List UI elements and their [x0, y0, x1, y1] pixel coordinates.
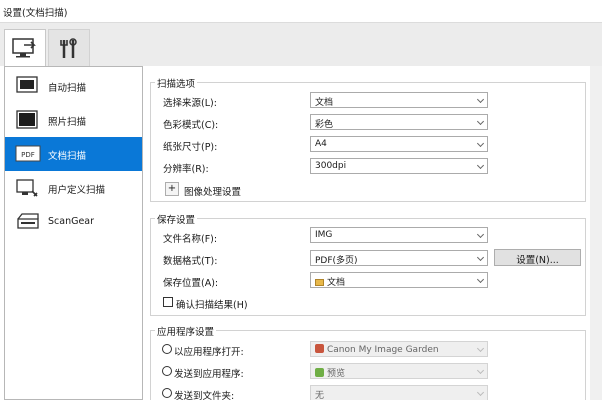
auto-scan-icon: [16, 76, 38, 93]
chevron-down-icon: [476, 230, 485, 239]
save-location-select[interactable]: 文档: [310, 272, 488, 288]
preview-app-icon: [315, 368, 324, 377]
group-title: 应用程序设置: [155, 324, 217, 338]
chevron-down-icon: [476, 275, 485, 284]
sidebar-item-custom-scan[interactable]: 用户定义扫描: [5, 171, 142, 205]
image-garden-icon: [315, 344, 324, 353]
sidebar-item-label: 用户定义扫描: [48, 185, 106, 196]
chevron-down-icon: [476, 95, 485, 104]
photo-scan-icon: [16, 110, 38, 129]
send-to-app-select[interactable]: 预览: [310, 363, 488, 379]
title-bar: 设置(文档扫描): [0, 0, 602, 22]
filename-combobox[interactable]: IMG: [310, 227, 488, 243]
scan-from-computer-icon: [12, 37, 36, 57]
source-select[interactable]: 文档: [310, 92, 488, 108]
image-processing-label: 图像处理设置: [184, 187, 242, 198]
general-settings-tools-icon: [60, 37, 77, 58]
chevron-down-icon: [476, 139, 485, 148]
image-processing-expand-button[interactable]: +: [165, 182, 179, 196]
data-format-label: 数据格式(T):: [163, 256, 218, 267]
document-scan-icon: PDF: [15, 145, 41, 162]
tab-general-settings[interactable]: [48, 29, 90, 67]
svg-text:PDF: PDF: [21, 151, 35, 159]
color-mode-select[interactable]: 彩色: [310, 114, 488, 130]
sidebar-item-label: 照片扫描: [48, 117, 87, 128]
send-to-app-radio[interactable]: [162, 366, 172, 376]
open-with-app-radio[interactable]: [162, 344, 172, 354]
sidebar-item-label: 文档扫描: [48, 151, 87, 162]
format-settings-button[interactable]: 设置(N)...: [494, 249, 581, 266]
chevron-down-icon: [476, 344, 485, 353]
scangear-icon: [17, 213, 39, 229]
vertical-scrollbar[interactable]: [590, 66, 602, 400]
color-mode-label: 色彩模式(C):: [163, 120, 219, 131]
chevron-down-icon: [476, 366, 485, 375]
source-label: 选择来源(L):: [163, 98, 217, 109]
tab-scan-from-computer[interactable]: [4, 29, 46, 67]
open-with-app-label: 以应用程序打开:: [174, 347, 244, 358]
chevron-down-icon: [476, 117, 485, 126]
resolution-select[interactable]: 300dpi: [310, 158, 488, 174]
window-title: 设置(文档扫描): [3, 8, 68, 19]
group-title: 保存设置: [155, 212, 198, 226]
sidebar-item-label: 自动扫描: [48, 83, 87, 94]
filename-label: 文件名称(F):: [163, 234, 218, 245]
chevron-down-icon: [476, 388, 485, 397]
chevron-down-icon: [476, 253, 485, 262]
confirm-scan-result-checkbox[interactable]: [163, 297, 173, 307]
sidebar-item-photo-scan[interactable]: 照片扫描: [5, 103, 142, 137]
folder-icon: [315, 279, 324, 286]
data-format-select[interactable]: PDF(多页): [310, 250, 488, 266]
sidebar-item-document-scan[interactable]: PDF 文档扫描: [5, 137, 142, 171]
chevron-down-icon: [476, 161, 485, 170]
sidebar-item-auto-scan[interactable]: 自动扫描: [5, 69, 142, 103]
group-title: 扫描选项: [155, 76, 198, 90]
send-to-app-label: 发送到应用程序:: [174, 369, 244, 380]
custom-scan-icon: [16, 179, 38, 197]
sidebar-item-label: ScanGear: [48, 216, 95, 227]
send-to-folder-select[interactable]: 无: [310, 385, 488, 400]
scan-mode-sidebar: 自动扫描 照片扫描 PDF 文档扫描 用户定义扫描 ScanGear: [4, 66, 143, 400]
tab-strip: [0, 22, 602, 67]
paper-size-select[interactable]: A4: [310, 136, 488, 152]
confirm-scan-result-label: 确认扫描结果(H): [176, 300, 248, 311]
send-to-folder-radio[interactable]: [162, 388, 172, 398]
resolution-label: 分辨率(R):: [163, 164, 209, 175]
open-with-app-select[interactable]: Canon My Image Garden: [310, 341, 488, 357]
send-to-folder-label: 发送到文件夹:: [174, 391, 235, 400]
sidebar-item-scangear[interactable]: ScanGear: [5, 205, 142, 239]
paper-size-label: 纸张尺寸(P):: [163, 142, 218, 153]
save-location-label: 保存位置(A):: [163, 278, 219, 289]
